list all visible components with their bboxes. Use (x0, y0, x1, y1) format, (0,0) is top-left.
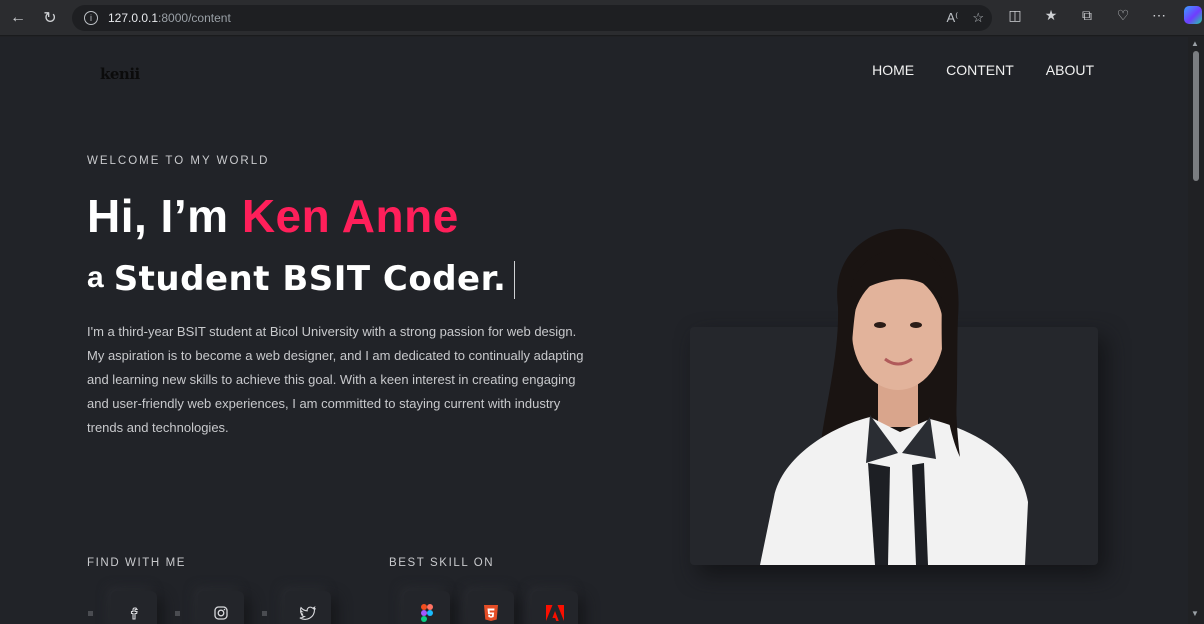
html5-icon (484, 605, 498, 621)
instagram-button[interactable] (198, 591, 244, 624)
scrollbar-thumb[interactable] (1193, 51, 1199, 181)
hero-name: Ken Anne (241, 190, 459, 242)
role-text: Student BSIT Coder. (113, 259, 507, 299)
role-prefix: a (87, 261, 104, 294)
scroll-down-icon[interactable]: ▼ (1191, 609, 1199, 618)
adobe-icon (546, 605, 564, 621)
twitter-icon (299, 606, 316, 620)
nav-content[interactable]: CONTENT (946, 62, 1014, 78)
copilot-icon[interactable] (1184, 6, 1202, 24)
favorites-icon[interactable]: ★ (1040, 7, 1062, 24)
hero-subheading: a Student BSIT Coder. (87, 259, 516, 299)
refresh-icon[interactable]: ↻ (36, 4, 64, 32)
skills-icons (404, 591, 578, 624)
find-with-me-label: FIND WITH ME (87, 557, 187, 569)
url-host: 127.0.0.1 (108, 11, 159, 25)
hero-greeting: Hi, I’m (87, 190, 242, 242)
read-aloud-icon[interactable]: A⁽ (946, 10, 958, 26)
page-scrollbar[interactable]: ▲ ▼ (1188, 37, 1204, 624)
separator-dot (262, 610, 267, 616)
figma-icon (421, 604, 433, 622)
figma-skill[interactable] (404, 591, 450, 624)
adobe-skill[interactable] (532, 591, 578, 624)
browser-toolbar: ← ↻ i 127.0.0.1:8000/content A⁽ ☆ ◫ ★ ⧉ … (0, 0, 1204, 36)
split-screen-icon[interactable]: ◫ (1004, 7, 1026, 24)
profile-portrait (690, 227, 1098, 565)
browser-essentials-icon[interactable]: ♡ (1112, 7, 1134, 24)
html5-skill[interactable] (468, 591, 514, 624)
best-skill-on-label: BEST SKILL ON (389, 557, 495, 569)
separator-dot (175, 610, 180, 616)
social-links (88, 591, 331, 624)
facebook-icon (130, 607, 139, 620)
site-logo[interactable]: kenii (100, 65, 140, 83)
hero-description: I'm a third-year BSIT student at Bicol U… (87, 324, 584, 435)
facebook-button[interactable] (111, 591, 157, 624)
more-menu-icon[interactable]: ⋯ (1148, 7, 1170, 24)
address-bar[interactable]: i 127.0.0.1:8000/content A⁽ ☆ (72, 5, 992, 31)
top-navigation: HOME CONTENT ABOUT (872, 62, 1094, 78)
back-icon[interactable]: ← (4, 4, 32, 32)
nav-home[interactable]: HOME (872, 62, 914, 78)
instagram-icon (214, 606, 228, 620)
favorite-star-icon[interactable]: ☆ (972, 10, 984, 26)
site-info-icon[interactable]: i (84, 11, 98, 25)
typing-cursor (514, 261, 516, 299)
url-path: :8000/content (158, 11, 231, 25)
welcome-eyebrow: WELCOME TO MY WORLD (87, 155, 270, 167)
separator-dot (88, 610, 93, 616)
page-content: kenii HOME CONTENT ABOUT WELCOME TO MY W… (0, 37, 1188, 624)
twitter-button[interactable] (285, 591, 331, 624)
scroll-up-icon[interactable]: ▲ (1191, 39, 1199, 48)
collections-icon[interactable]: ⧉ (1076, 7, 1098, 24)
hero-heading: Hi, I’m Ken Anne (87, 189, 459, 243)
nav-about[interactable]: ABOUT (1046, 62, 1094, 78)
